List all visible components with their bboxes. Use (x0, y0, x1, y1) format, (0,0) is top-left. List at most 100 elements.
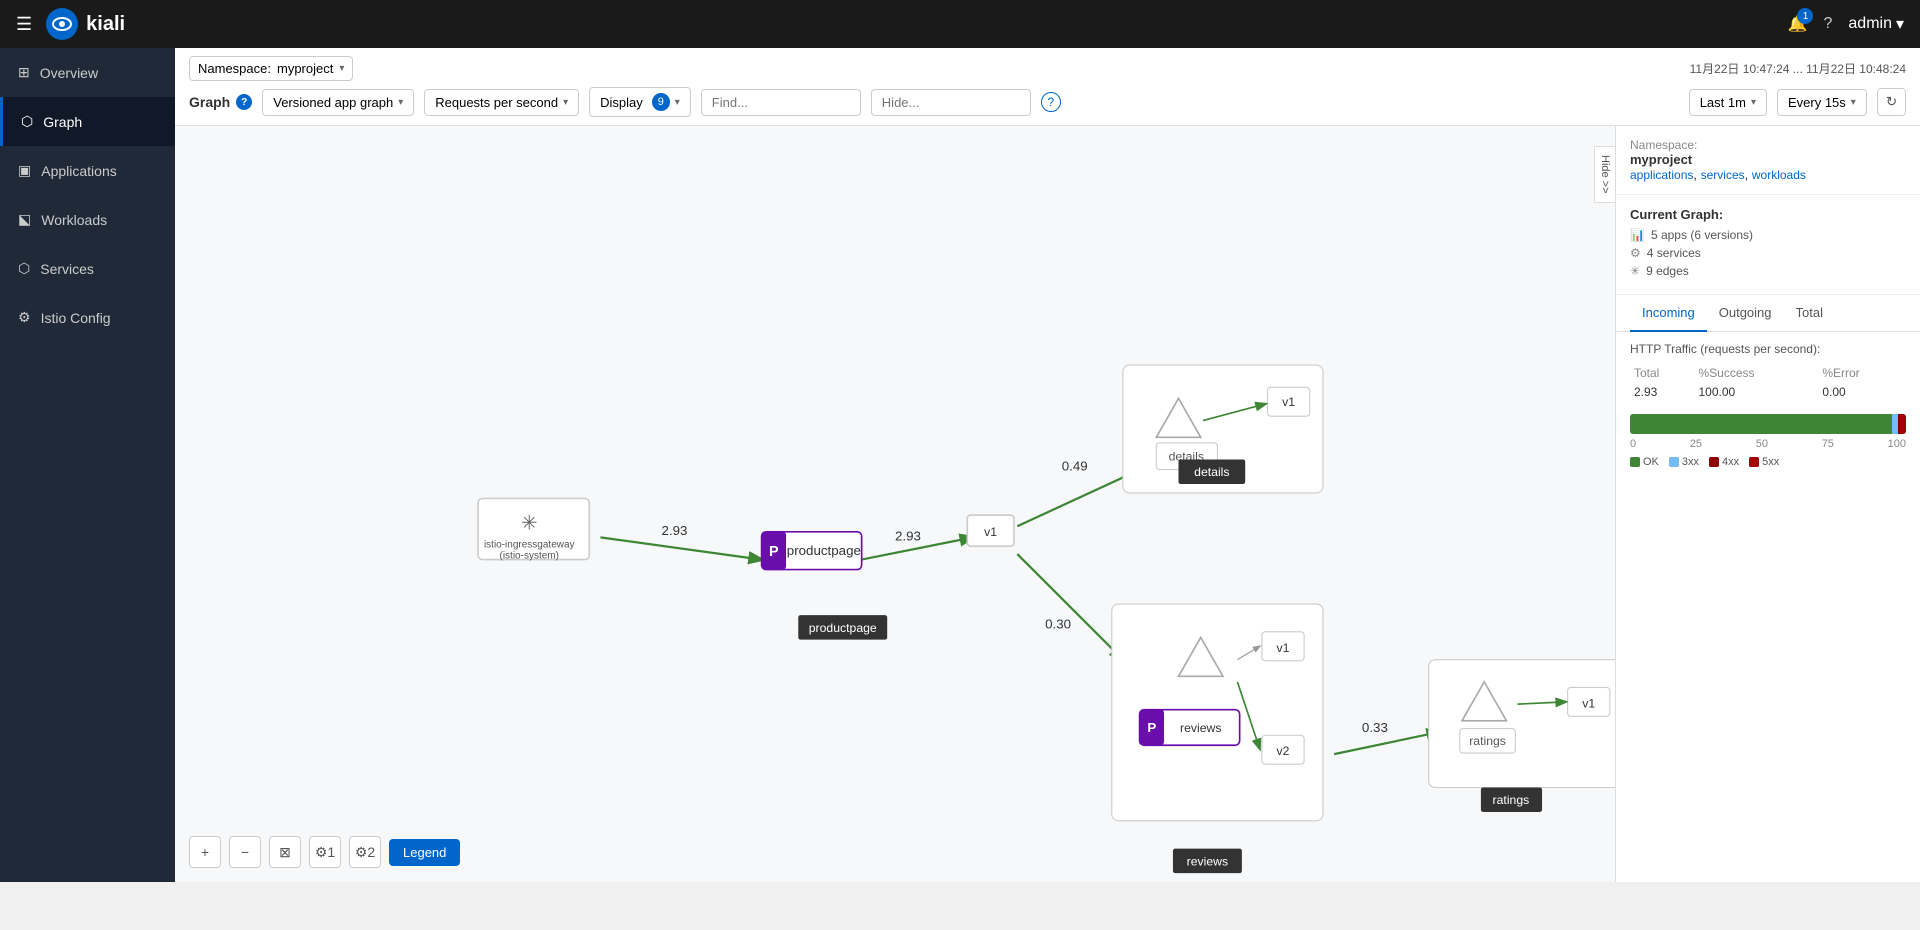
node2-button[interactable]: ⚙2 (349, 836, 381, 868)
cell-error: 0.00 (1818, 382, 1906, 402)
traffic-bar-chart (1630, 414, 1906, 434)
main-content: Namespace: myproject ▾ 11月22日 10:47:24 .… (175, 48, 1920, 882)
graph-area: 2.93 2.93 0.49 0-49 0.30 0.30 (175, 126, 1920, 882)
filter-help-icon[interactable]: ? (1041, 92, 1061, 112)
legend-button[interactable]: Legend (389, 839, 460, 866)
hide-panel-tab[interactable]: Hide >> (1594, 146, 1615, 203)
node-istio-ingress: ✳ istio-ingressgateway (istio-system) (478, 498, 589, 561)
stat-apps: 📊 5 apps (6 versions) (1630, 228, 1906, 242)
last-time-selector[interactable]: Last 1m ▾ (1689, 89, 1767, 116)
node-productpage-v1: v1 (967, 515, 1014, 546)
legend-3xx-label: 3xx (1682, 456, 1699, 468)
workloads-link[interactable]: workloads (1752, 168, 1806, 182)
sidebar-item-overview[interactable]: ⊞ Overview (0, 48, 175, 97)
col-total: Total (1630, 364, 1695, 382)
svg-text:ratings: ratings (1469, 734, 1506, 748)
svg-text:details: details (1194, 465, 1229, 479)
refresh-button[interactable]: ↻ (1877, 88, 1906, 116)
applications-link[interactable]: applications (1630, 168, 1693, 182)
tab-outgoing[interactable]: Outgoing (1707, 295, 1784, 332)
svg-text:istio-ingressgateway: istio-ingressgateway (484, 539, 575, 550)
sidebar-item-label: Graph (43, 114, 82, 130)
refresh-arrow: ▾ (1851, 97, 1856, 108)
refresh-interval-label: Every 15s (1788, 95, 1846, 110)
tab-total[interactable]: Total (1784, 295, 1835, 332)
sidebar-item-services[interactable]: ⬡ Services (0, 244, 175, 293)
app-name: kiali (86, 13, 125, 36)
sidebar: ⊞ Overview ⬡ Graph ▣ Applications ⬕ Work… (0, 48, 175, 882)
metric-selector[interactable]: Requests per second ▾ (424, 89, 579, 116)
find-input[interactable] (701, 89, 861, 116)
svg-text:0.33: 0.33 (1362, 720, 1388, 735)
edges-stat-icon: ✳ (1630, 264, 1640, 278)
node-productpage-svc: P productpage (762, 532, 862, 570)
cell-total: 2.93 (1630, 382, 1695, 402)
sidebar-item-label: Istio Config (41, 310, 111, 326)
timestamp: 11月22日 10:47:24 ... 11月22日 10:48:24 (1690, 60, 1906, 77)
legend-ok-dot (1630, 457, 1640, 467)
sidebar-item-istio-config[interactable]: ⚙ Istio Config (0, 293, 175, 342)
legend-5xx-dot (1749, 457, 1759, 467)
overview-icon: ⊞ (18, 64, 30, 81)
sidebar-item-label: Workloads (41, 212, 107, 228)
table-row: 2.93 100.00 0.00 (1630, 382, 1906, 402)
svg-text:P: P (1147, 720, 1156, 735)
legend-3xx: 3xx (1669, 456, 1699, 468)
namespace-value: myproject (277, 61, 333, 76)
col-success: %Success (1695, 364, 1819, 382)
node1-button[interactable]: ⚙1 (309, 836, 341, 868)
toolbar-row1: Namespace: myproject ▾ 11月22日 10:47:24 .… (189, 56, 1906, 81)
node-reviews-group: P reviews v1 v2 (1112, 604, 1323, 821)
svg-text:v1: v1 (1277, 641, 1290, 655)
tab-incoming[interactable]: Incoming (1630, 295, 1707, 332)
zoom-in-button[interactable]: + (189, 836, 221, 868)
axis-100: 100 (1888, 438, 1906, 450)
namespace-links: applications, services, workloads (1630, 167, 1906, 182)
svg-text:productpage: productpage (787, 543, 861, 558)
toolbar: Namespace: myproject ▾ 11月22日 10:47:24 .… (175, 48, 1920, 126)
username: admin (1848, 15, 1892, 33)
user-menu[interactable]: admin ▾ (1848, 14, 1904, 34)
namespace-label: Namespace: (1630, 138, 1906, 152)
applications-icon: ▣ (18, 162, 31, 179)
current-graph-section: Current Graph: 📊 5 apps (6 versions) ⚙ 4… (1616, 195, 1920, 295)
help-icon[interactable]: ? (1823, 15, 1832, 33)
sidebar-item-applications[interactable]: ▣ Applications (0, 146, 175, 195)
hide-input[interactable] (871, 89, 1031, 116)
last-time-label: Last 1m (1700, 95, 1746, 110)
edges-stat-text: 9 edges (1646, 264, 1689, 278)
legend-3xx-dot (1669, 457, 1679, 467)
graph-svg: 2.93 2.93 0.49 0-49 0.30 0.30 (175, 126, 1615, 882)
logo-icon (46, 8, 78, 40)
traffic-section: HTTP Traffic (requests per second): Tota… (1616, 332, 1920, 478)
graph-info-icon[interactable]: ? (236, 94, 252, 110)
sidebar-item-graph[interactable]: ⬡ Graph (0, 97, 175, 146)
fit-button[interactable]: ⊠ (269, 836, 301, 868)
last-time-arrow: ▾ (1751, 97, 1756, 108)
toolbar-right: 11月22日 10:47:24 ... 11月22日 10:48:24 (1690, 60, 1906, 77)
traffic-table: Total %Success %Error 2.93 100.00 0.00 (1630, 364, 1906, 402)
graph-type-selector[interactable]: Versioned app graph ▾ (262, 89, 414, 116)
services-link[interactable]: services (1701, 168, 1745, 182)
display-selector[interactable]: Display 9 ▾ (589, 87, 691, 117)
app-logo: kiali (46, 8, 125, 40)
svg-text:v2: v2 (1277, 744, 1290, 758)
axis-75: 75 (1822, 438, 1834, 450)
sidebar-item-workloads[interactable]: ⬕ Workloads (0, 195, 175, 244)
display-arrow: ▾ (675, 97, 680, 108)
graph-canvas[interactable]: 2.93 2.93 0.49 0-49 0.30 0.30 (175, 126, 1615, 882)
workloads-icon: ⬕ (18, 211, 31, 228)
legend-ok: OK (1630, 456, 1659, 468)
sidebar-item-label: Services (40, 261, 94, 277)
refresh-interval-selector[interactable]: Every 15s ▾ (1777, 89, 1867, 116)
hamburger-menu[interactable]: ☰ (16, 14, 32, 35)
chart-legend: OK 3xx 4xx 5xx (1630, 456, 1906, 468)
notifications[interactable]: 🔔 1 (1788, 14, 1808, 34)
svg-text:P: P (769, 544, 779, 560)
namespace-value: myproject (1630, 152, 1906, 167)
namespace-selector[interactable]: Namespace: myproject ▾ (189, 56, 353, 81)
chart-axis: 0 25 50 75 100 (1630, 438, 1906, 450)
graph-type-arrow: ▾ (398, 97, 403, 108)
zoom-out-button[interactable]: − (229, 836, 261, 868)
axis-50: 50 (1756, 438, 1768, 450)
